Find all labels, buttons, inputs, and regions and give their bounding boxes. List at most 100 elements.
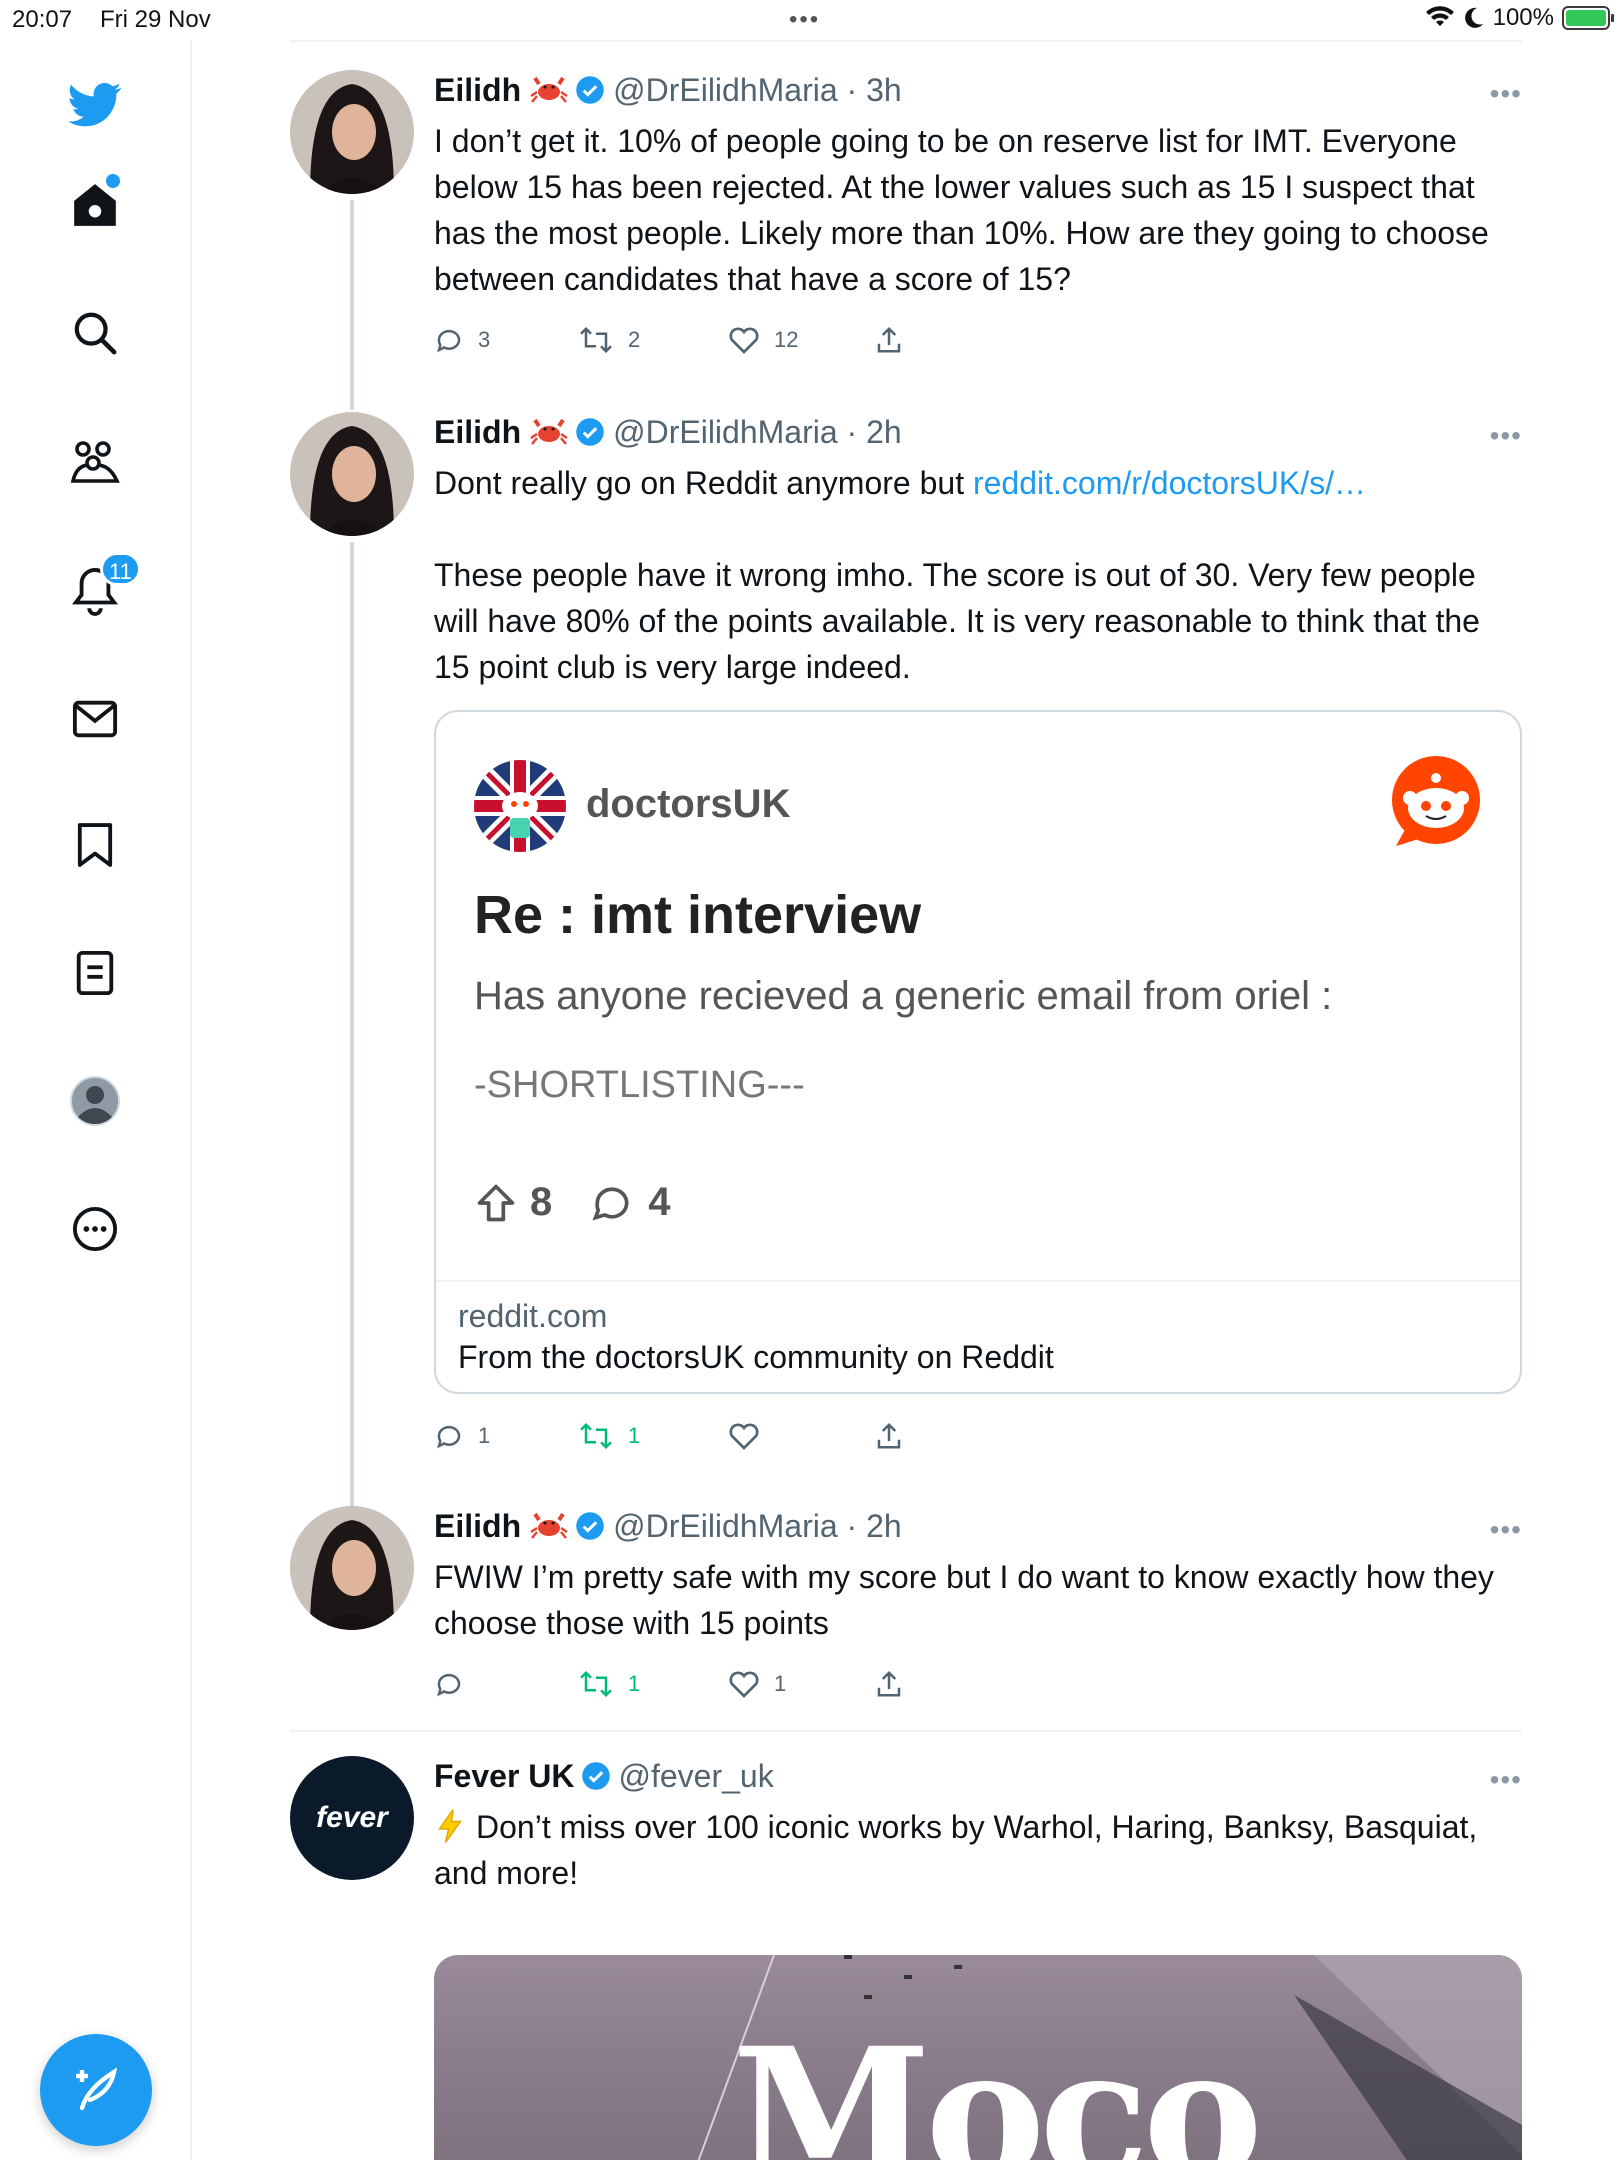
share-button[interactable] <box>874 1664 904 1704</box>
share-button[interactable] <box>874 320 904 360</box>
promo-image-text: Moco <box>732 2009 1263 2160</box>
tweet-link[interactable]: reddit.com/r/doctorsUK/s/… <box>973 465 1366 501</box>
tweet-more-icon[interactable]: ••• <box>1490 1764 1522 1796</box>
author-handle[interactable]: @fever_uk <box>619 1758 774 1795</box>
thread-connector <box>350 200 354 410</box>
card-domain: reddit.com <box>458 1298 608 1334</box>
battery-percent: 100% <box>1492 4 1554 31</box>
reply-button[interactable]: 3 <box>434 320 490 360</box>
timeline: Eilidh @DrEilidhMaria · 3h ••• I don’t g… <box>290 40 1522 2160</box>
verified-badge-icon <box>575 75 605 105</box>
multitasking-dots-icon[interactable]: ••• <box>789 6 820 34</box>
card-description: From the doctorsUK community on Reddit <box>458 1339 1054 1375</box>
status-time: 20:07 <box>12 6 73 33</box>
like-count: 1 <box>774 1671 787 1696</box>
author-name[interactable]: Eilidh <box>434 72 521 109</box>
retweet-button[interactable]: 1 <box>578 1416 640 1456</box>
comment-count: 4 <box>648 1180 671 1224</box>
profile-avatar-icon[interactable] <box>60 1066 130 1136</box>
status-date: Fri 29 Nov <box>100 6 211 33</box>
tweet-actions: 1 1 <box>434 1416 1522 1456</box>
reply-icon <box>437 1425 461 1449</box>
status-right: 100% <box>1425 4 1614 32</box>
moon-icon <box>1464 7 1483 28</box>
avatar[interactable] <box>290 412 414 536</box>
reply-button[interactable]: 1 <box>434 1416 490 1456</box>
verified-badge-icon <box>575 417 605 447</box>
twitter-logo-icon[interactable] <box>60 70 130 140</box>
retweet-icon <box>580 1670 612 1698</box>
more-options-icon[interactable] <box>60 1194 130 1264</box>
sidebar: 11 <box>0 40 192 2160</box>
status-bar: 20:07 Fri 29 Nov ••• 100% <box>0 0 1620 40</box>
author-handle-time[interactable]: @DrEilidhMaria · 3h <box>613 72 902 109</box>
like-button[interactable] <box>728 1416 774 1456</box>
retweet-button[interactable]: 1 <box>578 1664 640 1704</box>
search-icon[interactable] <box>60 298 130 368</box>
retweet-count: 2 <box>628 327 641 352</box>
avatar[interactable]: fever <box>290 1756 414 1880</box>
tweet-actions: 3 2 12 <box>434 320 1522 360</box>
bookmarks-icon[interactable] <box>60 810 130 880</box>
reply-count: 1 <box>478 1423 491 1448</box>
share-icon <box>877 1670 901 1697</box>
reddit-logo-icon <box>1388 754 1484 850</box>
subreddit-name: doctorsUK <box>586 782 791 826</box>
comment-icon <box>592 1187 629 1220</box>
wifi-icon <box>1425 6 1454 26</box>
retweet-icon <box>580 1422 612 1450</box>
verified-badge-icon <box>575 1511 605 1541</box>
reply-icon <box>437 329 461 353</box>
share-icon <box>877 326 901 353</box>
verified-badge-icon <box>581 1761 611 1791</box>
heart-icon <box>729 1671 759 1698</box>
tweet-actions: 1 1 <box>434 1664 1522 1704</box>
tweet-more-icon[interactable]: ••• <box>1490 78 1522 110</box>
messages-icon[interactable] <box>60 684 130 754</box>
author-name[interactable]: Fever UK <box>434 1758 575 1795</box>
lists-icon[interactable] <box>60 938 130 1008</box>
upvote-count: 8 <box>530 1180 553 1224</box>
reply-button[interactable] <box>434 1664 478 1704</box>
feed-top-divider <box>290 40 1522 42</box>
crab-emoji-icon <box>529 1506 569 1546</box>
thread-connector <box>350 542 354 1550</box>
author-name[interactable]: Eilidh <box>434 1508 521 1545</box>
like-button[interactable]: 1 <box>728 1664 786 1704</box>
home-unread-dot <box>106 174 120 188</box>
communities-icon[interactable] <box>60 428 130 498</box>
battery-icon <box>1562 6 1614 30</box>
notifications-badge: 11 <box>100 552 141 586</box>
post-stats: 8 4 <box>474 1180 671 1225</box>
avatar[interactable] <box>290 1506 414 1630</box>
tweet-text: Dont really go on Reddit anymore but red… <box>434 460 1522 506</box>
tweet-more-icon[interactable]: ••• <box>1490 1514 1522 1546</box>
tweet-text: Don’t miss over 100 iconic works by Warh… <box>434 1804 1522 1896</box>
like-count: 12 <box>774 327 799 352</box>
compose-tweet-button[interactable] <box>40 2034 152 2146</box>
author-name[interactable]: Eilidh <box>434 414 521 451</box>
reply-icon <box>437 1673 461 1697</box>
promo-image[interactable]: Moco <box>434 1955 1522 2160</box>
heart-icon <box>729 1423 759 1450</box>
crab-emoji-icon <box>529 70 569 110</box>
tweet-text-intro: Dont really go on Reddit anymore but <box>434 465 973 501</box>
share-button[interactable] <box>874 1416 904 1456</box>
like-button[interactable]: 12 <box>728 320 798 360</box>
avatar[interactable] <box>290 70 414 194</box>
post-title: Re : imt interview <box>474 885 922 945</box>
retweet-button[interactable]: 2 <box>578 320 640 360</box>
author-handle-time[interactable]: @DrEilidhMaria · 2h <box>613 1508 902 1545</box>
tweet-text-body: These people have it wrong imho. The sco… <box>434 557 1489 685</box>
upvote-icon <box>477 1184 515 1221</box>
post-excerpt-2: -SHORTLISTING--- <box>474 1064 805 1106</box>
compose-feather-icon <box>76 2067 118 2111</box>
tweet-text: FWIW I’m pretty safe with my score but I… <box>434 1559 1503 1641</box>
tweet-more-icon[interactable]: ••• <box>1490 420 1522 452</box>
tweet-divider <box>290 1730 1522 1732</box>
retweet-icon <box>580 326 612 354</box>
author-handle-time[interactable]: @DrEilidhMaria · 2h <box>613 414 902 451</box>
link-preview-card[interactable]: doctorsUK Re : imt interview Has anyone … <box>434 710 1522 1394</box>
share-icon <box>877 1422 901 1449</box>
crab-emoji-icon <box>529 412 569 452</box>
